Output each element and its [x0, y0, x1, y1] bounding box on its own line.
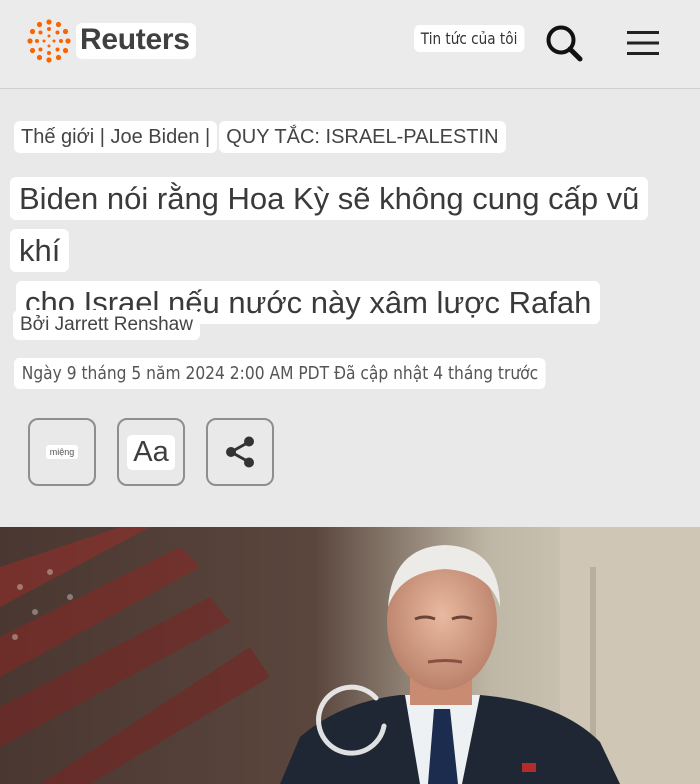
search-button[interactable] — [543, 22, 585, 64]
listen-label: miệng — [45, 445, 79, 459]
text-size-label: Aa — [127, 434, 175, 470]
author-byline[interactable]: Bởi Jarrett Renshaw — [13, 310, 200, 340]
topic-link[interactable]: Joe Biden — [110, 126, 199, 148]
loading-spinner-icon — [316, 684, 387, 756]
reuters-logo[interactable]: Reuters — [26, 18, 196, 64]
article-hero-image[interactable] — [0, 527, 700, 784]
brand-name: Reuters — [76, 23, 196, 59]
hamburger-menu-icon — [627, 31, 659, 55]
headline-line-1: Biden nói rằng Hoa Kỳ sẽ không cung cấp … — [10, 177, 649, 272]
listen-button[interactable]: miệng — [28, 418, 96, 486]
section-link[interactable]: Thế giới — [21, 126, 94, 148]
publish-date: Ngày 9 tháng 5 năm 2024 2:00 AM PDT Đã c… — [14, 358, 546, 389]
reuters-logo-icon — [27, 19, 71, 63]
share-button[interactable] — [206, 418, 274, 486]
top-navigation-bar: Reuters Tin tức của tôi — [0, 0, 700, 89]
kicker-separator: | — [205, 126, 211, 148]
article-kicker: Thế giới | Joe Biden | QUY TẮC: ISRAEL-PA… — [14, 121, 506, 153]
search-icon — [546, 25, 583, 62]
text-size-button[interactable]: Aa — [117, 418, 185, 486]
article-headline: Biden nói rằng Hoa Kỳ sẽ không cung cấp … — [10, 173, 670, 329]
share-icon — [226, 436, 254, 468]
my-news-link[interactable]: Tin tức của tôi — [414, 25, 525, 52]
rules-link[interactable]: QUY TẮC: ISRAEL-PALESTIN — [219, 121, 506, 153]
menu-button[interactable] — [624, 27, 662, 59]
kicker-separator: | — [99, 126, 105, 148]
